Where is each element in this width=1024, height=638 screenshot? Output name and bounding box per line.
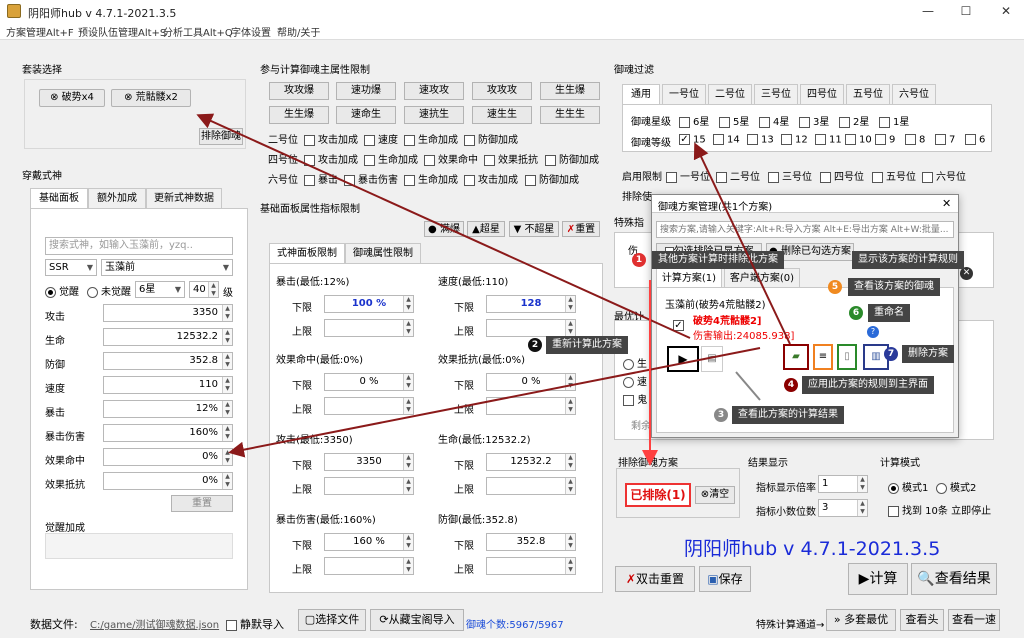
arrow-to-result: [735, 371, 761, 401]
annotation-arrows: [196, 113, 791, 466]
arrow-to-level: [693, 142, 791, 345]
arrow-to-stats: [228, 347, 761, 458]
arrow-to-set: [196, 113, 691, 339]
